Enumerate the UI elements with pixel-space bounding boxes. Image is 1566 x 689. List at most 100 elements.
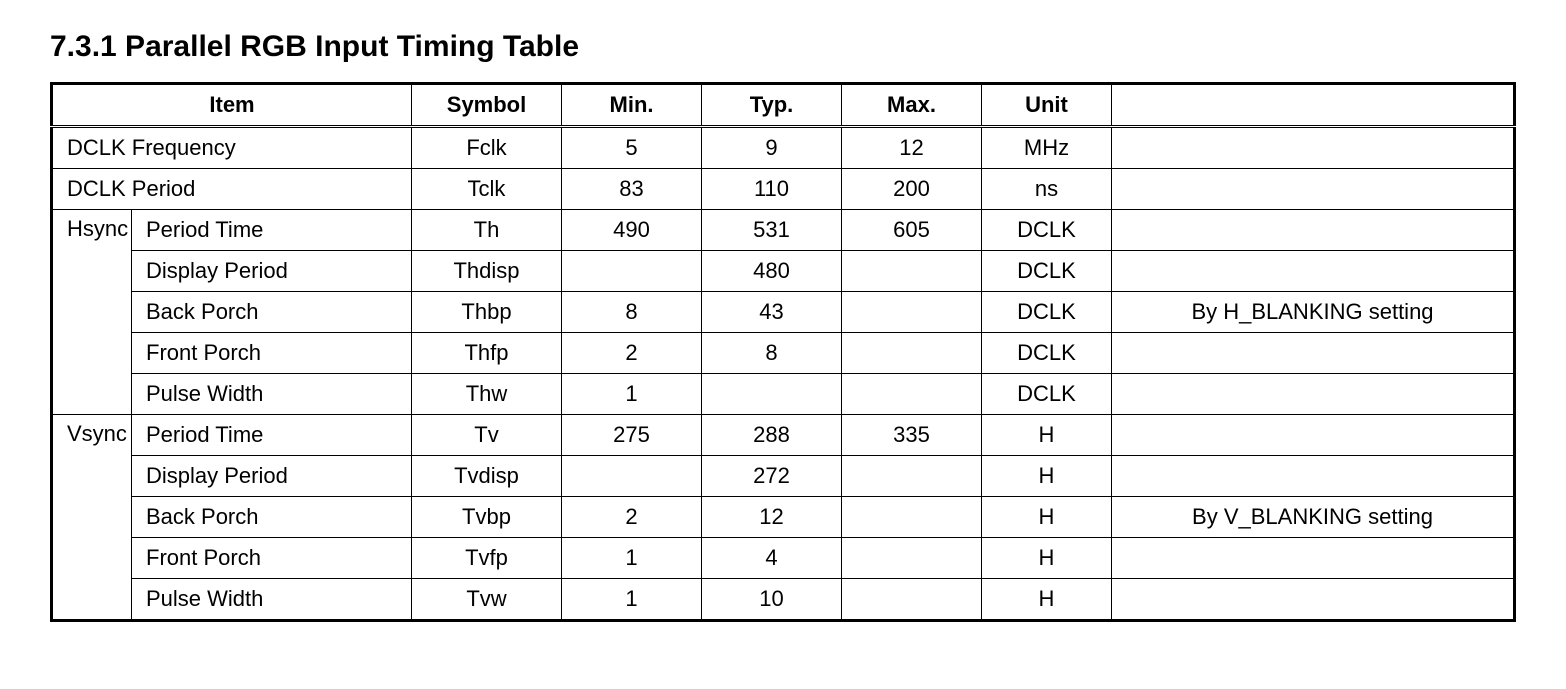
cell-unit: H (982, 497, 1112, 538)
cell-typ: 9 (702, 127, 842, 169)
cell-note (1112, 251, 1515, 292)
table-row: Display PeriodTvdisp 272 H (52, 456, 1515, 497)
cell-typ: 480 (702, 251, 842, 292)
cell-symbol: Tvdisp (412, 456, 562, 497)
col-typ: Typ. (702, 84, 842, 127)
cell-typ (702, 374, 842, 415)
cell-symbol: Tclk (412, 169, 562, 210)
cell-unit: DCLK (982, 251, 1112, 292)
cell-symbol: Thbp (412, 292, 562, 333)
table-row: Pulse WidthTvw110H (52, 579, 1515, 621)
table-row: Display PeriodThdisp 480 DCLK (52, 251, 1515, 292)
cell-typ: 531 (702, 210, 842, 251)
cell-typ: 272 (702, 456, 842, 497)
cell-note: By V_BLANKING setting (1112, 497, 1515, 538)
cell-max: 335 (842, 415, 982, 456)
table-row: Back PorchTvbp212 HBy V_BLANKING setting (52, 497, 1515, 538)
cell-typ: 4 (702, 538, 842, 579)
cell-note: By H_BLANKING setting (1112, 292, 1515, 333)
cell-symbol: Fclk (412, 127, 562, 169)
cell-max (842, 333, 982, 374)
cell-note (1112, 579, 1515, 621)
cell-max (842, 456, 982, 497)
cell-unit: ns (982, 169, 1112, 210)
cell-min: 8 (562, 292, 702, 333)
cell-group: Hsync (52, 210, 132, 415)
cell-note (1112, 538, 1515, 579)
cell-unit: H (982, 456, 1112, 497)
table-header-row: Item Symbol Min. Typ. Max. Unit (52, 84, 1515, 127)
cell-max (842, 538, 982, 579)
cell-item: Front Porch (132, 333, 412, 374)
cell-max (842, 579, 982, 621)
timing-table: Item Symbol Min. Typ. Max. Unit DCLK Fre… (50, 82, 1516, 622)
cell-max: 605 (842, 210, 982, 251)
cell-unit: DCLK (982, 333, 1112, 374)
cell-item: DCLK Frequency (52, 127, 412, 169)
cell-symbol: Tvfp (412, 538, 562, 579)
cell-unit: H (982, 538, 1112, 579)
cell-typ: 288 (702, 415, 842, 456)
cell-min: 2 (562, 497, 702, 538)
cell-note (1112, 415, 1515, 456)
cell-item: DCLK Period (52, 169, 412, 210)
cell-item: Back Porch (132, 497, 412, 538)
cell-note (1112, 210, 1515, 251)
cell-min: 490 (562, 210, 702, 251)
cell-typ: 12 (702, 497, 842, 538)
cell-unit: DCLK (982, 374, 1112, 415)
cell-unit: DCLK (982, 210, 1112, 251)
cell-item: Period Time (132, 210, 412, 251)
cell-max (842, 374, 982, 415)
table-row: HsyncPeriod TimeTh490531605DCLK (52, 210, 1515, 251)
cell-max (842, 251, 982, 292)
cell-min: 1 (562, 579, 702, 621)
cell-min: 83 (562, 169, 702, 210)
cell-typ: 110 (702, 169, 842, 210)
cell-unit: DCLK (982, 292, 1112, 333)
table-row: DCLK PeriodTclk83110200ns (52, 169, 1515, 210)
col-item: Item (52, 84, 412, 127)
cell-typ: 8 (702, 333, 842, 374)
col-unit: Unit (982, 84, 1112, 127)
col-note (1112, 84, 1515, 127)
cell-symbol: Tvbp (412, 497, 562, 538)
table-row: VsyncPeriod TimeTv275288335H (52, 415, 1515, 456)
table-row: Front PorchTvfp14H (52, 538, 1515, 579)
cell-unit: H (982, 579, 1112, 621)
cell-min: 275 (562, 415, 702, 456)
cell-min: 2 (562, 333, 702, 374)
cell-note (1112, 169, 1515, 210)
cell-typ: 43 (702, 292, 842, 333)
table-row: Front PorchThfp28 DCLK (52, 333, 1515, 374)
cell-item: Period Time (132, 415, 412, 456)
table-row: Pulse WidthThw1DCLK (52, 374, 1515, 415)
cell-item: Display Period (132, 456, 412, 497)
cell-note (1112, 127, 1515, 169)
cell-note (1112, 374, 1515, 415)
cell-min: 5 (562, 127, 702, 169)
cell-item: Display Period (132, 251, 412, 292)
table-row: DCLK FrequencyFclk5912MHz (52, 127, 1515, 169)
cell-min: 1 (562, 538, 702, 579)
table-row: Back PorchThbp843 DCLKBy H_BLANKING setti… (52, 292, 1515, 333)
cell-min: 1 (562, 374, 702, 415)
col-min: Min. (562, 84, 702, 127)
cell-item: Pulse Width (132, 579, 412, 621)
cell-symbol: Tv (412, 415, 562, 456)
cell-min (562, 456, 702, 497)
cell-item: Back Porch (132, 292, 412, 333)
cell-note (1112, 456, 1515, 497)
cell-max (842, 292, 982, 333)
cell-item: Pulse Width (132, 374, 412, 415)
cell-unit: H (982, 415, 1112, 456)
col-symbol: Symbol (412, 84, 562, 127)
cell-symbol: Thdisp (412, 251, 562, 292)
cell-max: 200 (842, 169, 982, 210)
col-max: Max. (842, 84, 982, 127)
cell-unit: MHz (982, 127, 1112, 169)
cell-max: 12 (842, 127, 982, 169)
cell-symbol: Thfp (412, 333, 562, 374)
cell-note (1112, 333, 1515, 374)
cell-symbol: Tvw (412, 579, 562, 621)
